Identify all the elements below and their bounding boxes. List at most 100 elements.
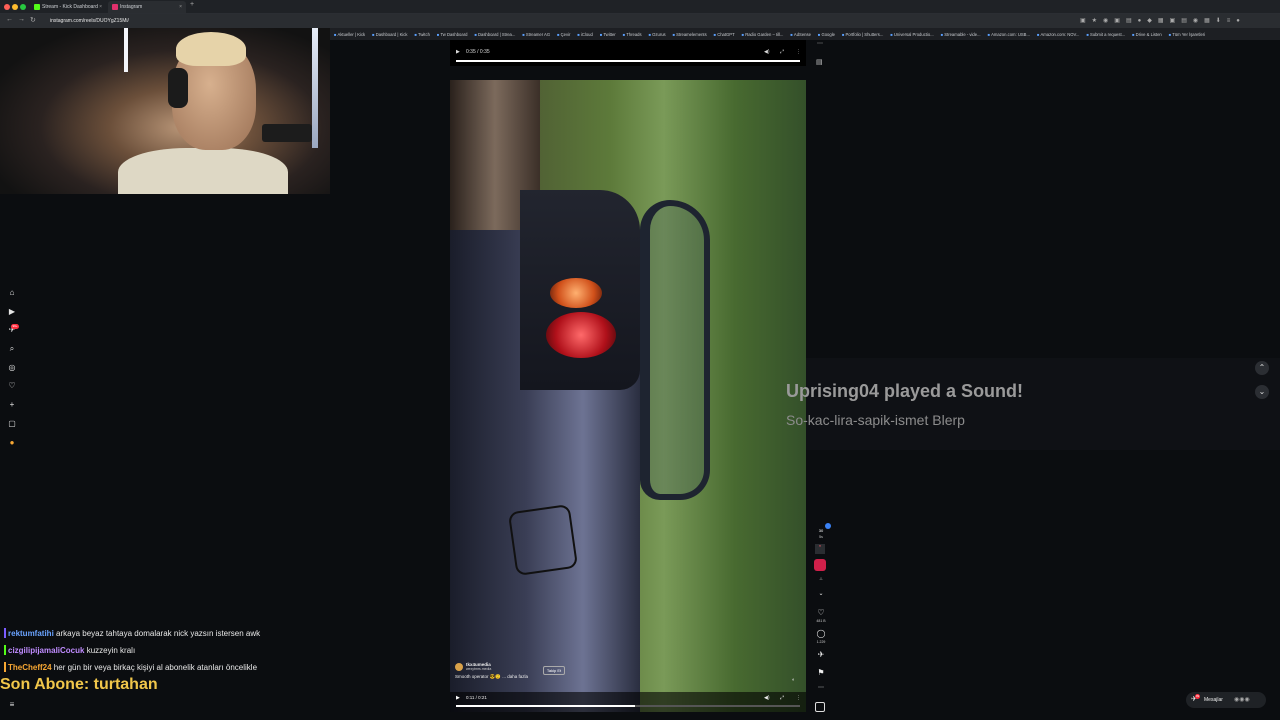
- chat-message: rektumfatihi arkaya beyaz tahtaya domala…: [4, 628, 260, 638]
- instagram-icon: [112, 4, 118, 10]
- reel-caption[interactable]: Smooth operator 😎🙂 ... daha fazla: [455, 674, 755, 680]
- chat-username: rektumfatihi: [8, 629, 54, 638]
- video-progress-bar[interactable]: [456, 705, 800, 707]
- forward-icon[interactable]: →: [18, 16, 25, 23]
- live-gift-icon[interactable]: [814, 559, 826, 571]
- save-icon[interactable]: ⚑: [816, 668, 826, 677]
- video-time: 0:11 / 0:21: [466, 695, 487, 700]
- address-bar: ← → ↻ instagram.com/reels/DUOYgZ15Mi/ ▣★…: [0, 14, 1280, 28]
- volume-icon[interactable]: ◀): [764, 695, 770, 701]
- browser-tab-bar: Stream - Kick Dashboard × Instagram × +: [0, 0, 1280, 14]
- chevron-down-icon[interactable]: ⌄: [816, 590, 826, 597]
- minimize-window-icon[interactable]: [12, 4, 18, 10]
- avatar-stack: ◉◉◉: [1234, 697, 1250, 703]
- avatar[interactable]: [455, 662, 463, 671]
- bookmark-item[interactable]: Çevir: [557, 32, 571, 37]
- messages-badge: 99: [1195, 694, 1200, 699]
- next-reel-button[interactable]: ⌄: [1255, 385, 1269, 399]
- more-options-icon[interactable]: ⋮: [796, 49, 801, 55]
- bookmark-item[interactable]: Portfolio | Shutters...: [842, 32, 884, 37]
- reel-audio[interactable]: wexytmrs.media: [466, 667, 491, 671]
- bookmark-item[interactable]: Universal Productio...: [890, 32, 934, 37]
- tab-kick-dashboard[interactable]: Stream - Kick Dashboard ×: [30, 1, 106, 13]
- tab-title: Instagram: [120, 4, 143, 10]
- fullscreen-icon[interactable]: ⤢: [780, 695, 784, 701]
- bookmark-item[interactable]: Dashboard | Kick: [372, 32, 408, 37]
- bookmark-item[interactable]: iCloud: [577, 32, 593, 37]
- video-progress-bar[interactable]: [456, 60, 800, 62]
- bookmark-item[interactable]: ChatGPT: [714, 32, 734, 37]
- bookmark-item[interactable]: Amazon.com: NOV...: [1037, 32, 1080, 37]
- bookmark-item[interactable]: Tüm Yer İşaretleri: [1169, 32, 1205, 37]
- more-options-icon[interactable]: ⋯: [817, 40, 823, 47]
- bookmarks-bar: Aktueller | Kick Dashboard | Kick Twitch Tw…: [330, 28, 1280, 40]
- alert-subtitle: So-kac-lira-sapik-ismet Blerp: [786, 412, 965, 428]
- more-options-icon[interactable]: ⋮: [796, 695, 801, 701]
- search-icon[interactable]: ⌕: [6, 343, 18, 355]
- tab-instagram[interactable]: Instagram ×: [108, 1, 186, 13]
- profile-icon[interactable]: ●: [6, 437, 18, 449]
- heart-icon[interactable]: ♡: [6, 380, 18, 392]
- fullscreen-icon[interactable]: ⤢: [780, 49, 784, 55]
- video-time: 0:35 / 0:35: [466, 49, 490, 55]
- video-controls: ▶ 0:11 / 0:21 ◀) ⤢ ⋮: [450, 692, 806, 712]
- back-icon[interactable]: ←: [6, 16, 13, 23]
- previous-reel-button[interactable]: ⌃: [1255, 361, 1269, 375]
- chat-text: her gün bir veya birkaç kişiyi al abonel…: [53, 663, 258, 672]
- close-tab-icon[interactable]: ×: [99, 1, 102, 13]
- bookmark-item[interactable]: Twitter: [600, 32, 615, 37]
- close-window-icon[interactable]: [4, 4, 10, 10]
- reels-icon[interactable]: ▶: [6, 306, 18, 318]
- bookmark-item[interactable]: Streamer AG: [522, 32, 550, 37]
- bookmark-item[interactable]: Ozurus: [649, 32, 666, 37]
- alert-title: Uprising04 played a Sound!: [786, 381, 1024, 401]
- bookmark-item[interactable]: Threads: [623, 32, 641, 37]
- more-menu-icon[interactable]: ≡: [6, 699, 18, 711]
- volume-icon[interactable]: ◀): [764, 49, 770, 55]
- captions-icon[interactable]: ▤: [816, 58, 823, 66]
- bookmark-item[interactable]: Twitch: [415, 32, 430, 37]
- bookmark-item[interactable]: Streamelements: [673, 32, 707, 37]
- status-badge: [825, 523, 831, 529]
- bookmark-item[interactable]: Tw Dashboard: [437, 32, 467, 37]
- reload-icon[interactable]: ↻: [30, 16, 36, 24]
- threads-icon[interactable]: ▢: [6, 418, 18, 430]
- create-icon[interactable]: +: [6, 399, 18, 411]
- bookmark-item[interactable]: Submit a request...: [1086, 32, 1125, 37]
- explore-icon[interactable]: ◎: [6, 362, 18, 374]
- share-icon[interactable]: ✈: [816, 650, 826, 659]
- bookmark-item[interactable]: Amazon.com: USB...: [988, 32, 1030, 37]
- close-tab-icon[interactable]: ×: [179, 1, 182, 13]
- bookmark-item[interactable]: Google: [818, 32, 835, 37]
- bookmark-item[interactable]: Drive & Listen: [1132, 32, 1162, 37]
- reel-video[interactable]: [450, 80, 806, 712]
- chat-username: cizgilipijamaliCocuk: [8, 646, 85, 655]
- bookmark-item[interactable]: Streamable - vide...: [941, 32, 980, 37]
- boost-icon[interactable]: ▵: [816, 575, 826, 582]
- new-tab-icon[interactable]: +: [190, 1, 194, 8]
- bookmark-item[interactable]: Aktueller | Kick: [334, 32, 366, 37]
- previous-reel-video[interactable]: ▶ 0:35 / 0:35 ◀) ⤢ ⋮: [450, 40, 806, 66]
- play-icon[interactable]: ▶: [456, 49, 460, 55]
- like-count: 481 B: [816, 619, 826, 623]
- follow-button[interactable]: Takip Et: [543, 666, 565, 675]
- more-options-icon[interactable]: ⋯: [816, 684, 826, 691]
- play-icon[interactable]: ▶: [456, 695, 460, 701]
- bookmark-item[interactable]: AdSense: [790, 32, 811, 37]
- like-icon[interactable]: ♡: [816, 608, 826, 617]
- comment-icon[interactable]: ◯: [816, 629, 826, 638]
- maximize-window-icon[interactable]: [20, 4, 26, 10]
- bookmark-item[interactable]: Dashboard | Strea...: [474, 32, 515, 37]
- extension-icons[interactable]: ▣★◉▣▤●◆▦▣▤◉▦⬇≡●: [1080, 17, 1246, 24]
- chat-message: cizgilipijamaliCocuk kuzzeyin kralı: [4, 645, 135, 655]
- audio-thumbnail[interactable]: [815, 702, 825, 712]
- kick-icon: [34, 4, 40, 10]
- notification-badge: 99+: [11, 324, 19, 329]
- home-icon[interactable]: ⌂: [6, 287, 18, 299]
- messages-button[interactable]: ✈ 99 Mesajlar ◉◉◉: [1186, 692, 1266, 708]
- bookmark-item[interactable]: Radio Garden – Iill...: [742, 32, 783, 37]
- mute-icon[interactable]: ◐: [792, 677, 795, 683]
- reaction-icon[interactable]: ♥: [815, 544, 825, 554]
- chat-text: kuzzeyin kralı: [86, 646, 136, 655]
- url-field[interactable]: instagram.com/reels/DUOYgZ15Mi/: [50, 16, 129, 26]
